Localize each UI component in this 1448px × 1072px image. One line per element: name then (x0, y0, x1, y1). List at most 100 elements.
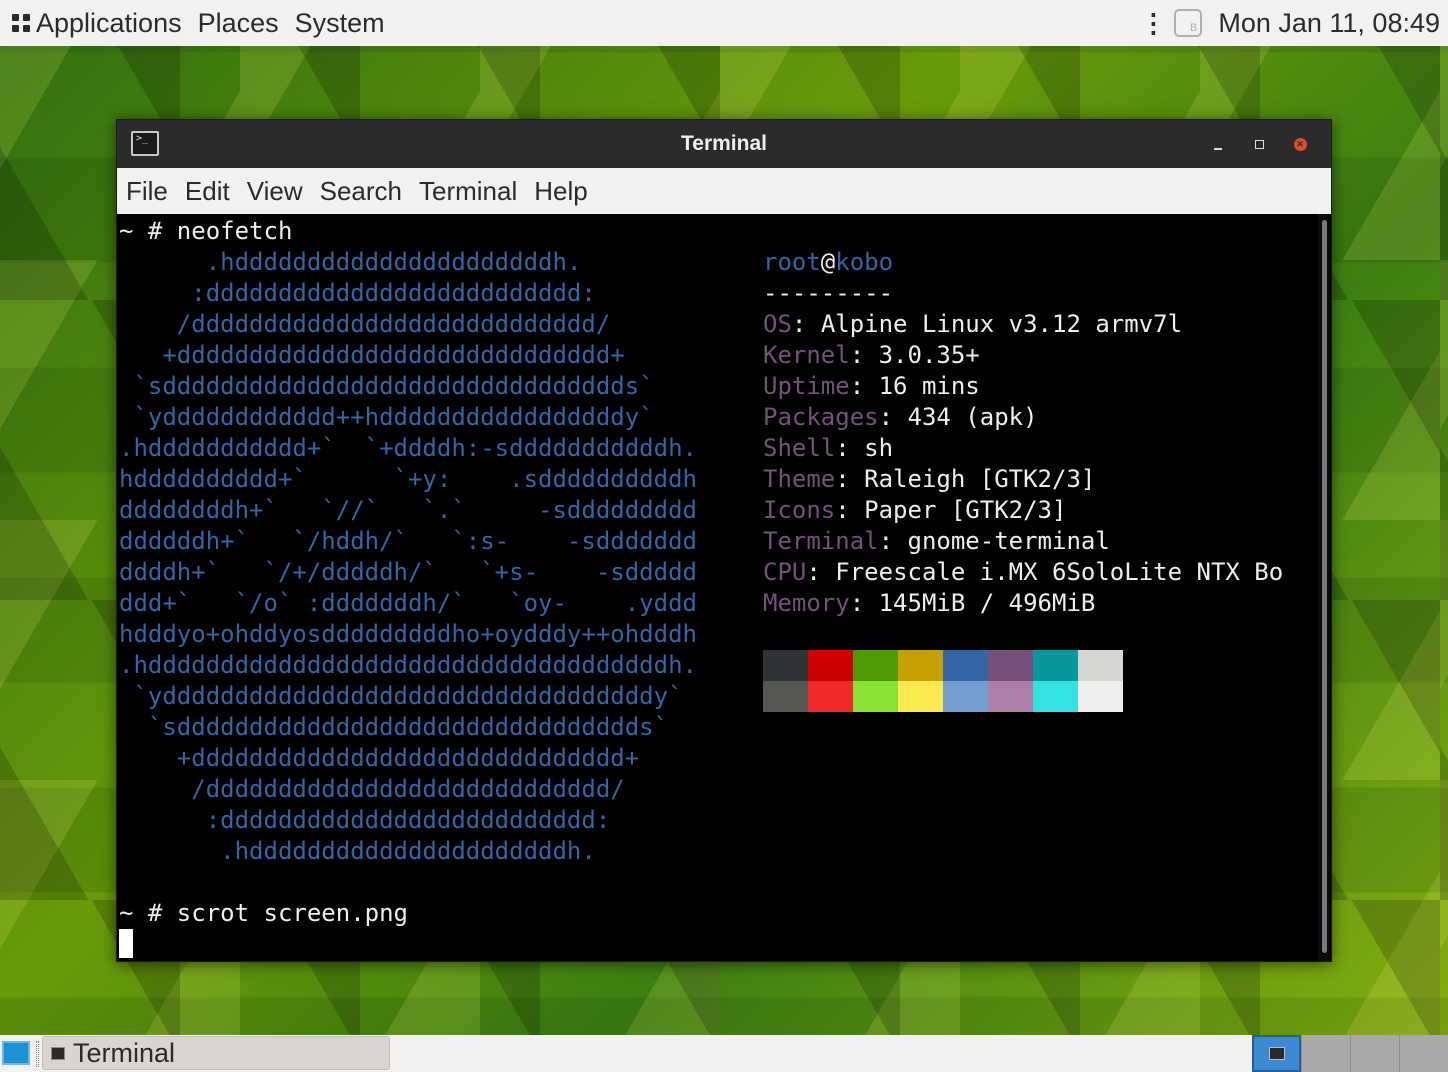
show-desktop-button[interactable] (2, 1041, 30, 1065)
window-controls (1190, 120, 1313, 168)
terminal-task-icon (51, 1046, 65, 1060)
workspace-2[interactable] (1301, 1035, 1350, 1072)
info-key: Shell (763, 434, 836, 462)
info-value: Freescale i.MX 6SoloLite NTX Bo (835, 558, 1284, 586)
info-colon: : (835, 496, 865, 524)
window-titlebar[interactable]: Terminal (117, 120, 1331, 168)
panel-tray: ⋮ Mon Jan 11, 08:49 (1140, 0, 1440, 46)
top-panel: Applications Places System ⋮ Mon Jan 11,… (0, 0, 1448, 46)
info-value: 3.0.35+ (878, 341, 980, 369)
info-value: 145MiB / 496MiB (878, 589, 1096, 617)
menu-view[interactable]: View (247, 176, 303, 207)
kebab-menu-icon[interactable]: ⋮ (1140, 10, 1166, 36)
menu-system[interactable]: System (295, 8, 385, 39)
close-button[interactable] (1287, 131, 1313, 157)
info-line: Terminal: gnome-terminal (763, 526, 1110, 557)
info-colon: : (835, 434, 865, 462)
minimize-button[interactable] (1205, 131, 1231, 157)
workspace-3[interactable] (1350, 1035, 1399, 1072)
info-colon: : (849, 341, 879, 369)
info-value: Alpine Linux v3.12 armv7l (820, 310, 1183, 338)
info-value: 434 (apk) (907, 403, 1038, 431)
workspace-4[interactable] (1399, 1035, 1448, 1072)
menu-applications[interactable]: Applications (36, 8, 182, 39)
info-line: Uptime: 16 mins (763, 371, 980, 402)
info-line: Theme: Raleigh [GTK2/3] (763, 464, 1095, 495)
info-key: Uptime (763, 372, 850, 400)
menu-places[interactable]: Places (198, 8, 279, 39)
palette-swatch (1033, 681, 1078, 712)
info-line: Shell: sh (763, 433, 893, 464)
palette-swatch (853, 681, 898, 712)
info-colon: : (806, 558, 836, 586)
info-key: OS (763, 310, 792, 338)
panel-separator (36, 1041, 39, 1067)
palette-swatch (943, 681, 988, 712)
window-menubar: File Edit View Search Terminal Help (117, 168, 1331, 214)
info-key: Icons (763, 496, 836, 524)
window-title: Terminal (681, 132, 767, 155)
palette-swatch (763, 681, 808, 712)
menu-edit[interactable]: Edit (185, 176, 230, 207)
info-key: Packages (763, 403, 879, 431)
maximize-button[interactable] (1246, 131, 1272, 157)
info-line: Icons: Paper [GTK2/3] (763, 495, 1066, 526)
palette-swatch (763, 650, 808, 681)
taskbar-terminal-button[interactable]: Terminal (42, 1036, 390, 1070)
palette-swatch (943, 650, 988, 681)
info-line: CPU: Freescale i.MX 6SoloLite NTX Bo (763, 557, 1283, 588)
terminal-app-icon (131, 131, 159, 156)
workspace-switcher (1252, 1035, 1448, 1072)
palette-swatch (853, 650, 898, 681)
applications-grid-icon[interactable] (12, 14, 30, 32)
keyboard-indicator-icon[interactable] (1174, 9, 1203, 37)
terminal-window: Terminal File Edit View Search Terminal … (116, 119, 1332, 962)
logo-line: .hddddddddddddddddddddddddddddddddddddh. (119, 651, 697, 679)
logo-line: hdddddddddd+` `+y: .sddddddddddh (119, 465, 697, 493)
menu-terminal[interactable]: Terminal (419, 176, 517, 207)
palette-swatch (1078, 681, 1123, 712)
logo-line: :dddddddddddddddddddddddddd: (119, 279, 596, 307)
info-colon: : (835, 465, 865, 493)
at-sign: @ (820, 248, 836, 276)
menu-file[interactable]: File (126, 176, 168, 207)
info-colon: : (878, 403, 908, 431)
menu-search[interactable]: Search (320, 176, 402, 207)
user-name: root (763, 248, 821, 276)
info-line: Packages: 434 (apk) (763, 402, 1038, 433)
clock[interactable]: Mon Jan 11, 08:49 (1218, 8, 1440, 39)
host-name: kobo (835, 248, 894, 276)
palette-swatch (808, 681, 853, 712)
color-palette (763, 650, 1123, 712)
info-value: 16 mins (878, 372, 980, 400)
palette-swatch (898, 681, 943, 712)
terminal-output[interactable]: ~ # neofetch .hddddddddddddddddddddddh. … (117, 214, 1320, 961)
info-colon: : (878, 527, 908, 555)
info-colon: : (849, 372, 879, 400)
info-value: sh (864, 434, 894, 462)
user-host: root@kobo (763, 247, 893, 278)
info-separator: --------- (763, 279, 894, 307)
info-key: Kernel (763, 341, 850, 369)
logo-line: .hddddddddddd+` `+ddddh:-sdddddddddddh. (119, 434, 697, 462)
prompt-neofetch: ~ # neofetch (119, 217, 293, 245)
info-key: Terminal (763, 527, 879, 555)
info-value: Raleigh [GTK2/3] (864, 465, 1096, 493)
info-value: gnome-terminal (907, 527, 1110, 555)
logo-line: `sdddddddddddddddddddddddddddddddds` (119, 713, 669, 741)
logo-line: ddddh+` `/+/dddddh/` `+s- -sddddd (119, 558, 697, 586)
text-cursor (119, 929, 133, 958)
logo-line: ddddddddh+` `//` `.` -sddddddddd (119, 496, 697, 524)
palette-swatch (1078, 650, 1123, 681)
logo-line: +dddddddddddddddddddddddddddddd+ (119, 744, 640, 772)
workspace-1[interactable] (1252, 1035, 1301, 1072)
terminal-scrollbar[interactable] (1318, 214, 1330, 961)
logo-line: .hddddddddddddddddddddddh. (119, 248, 582, 276)
logo-line: /dddddddddddddddddddddddddddd/ (119, 775, 625, 803)
logo-line: +dddddddddddddddddddddddddddddd+ (119, 341, 625, 369)
logo-line: `ydddddddddddd++hdddddddddddddddddy` (119, 403, 654, 431)
palette-swatch (898, 650, 943, 681)
menu-help[interactable]: Help (534, 176, 587, 207)
palette-swatch (808, 650, 853, 681)
logo-line: `yddddddddddddddddddddddddddddddddddy` (119, 682, 683, 710)
